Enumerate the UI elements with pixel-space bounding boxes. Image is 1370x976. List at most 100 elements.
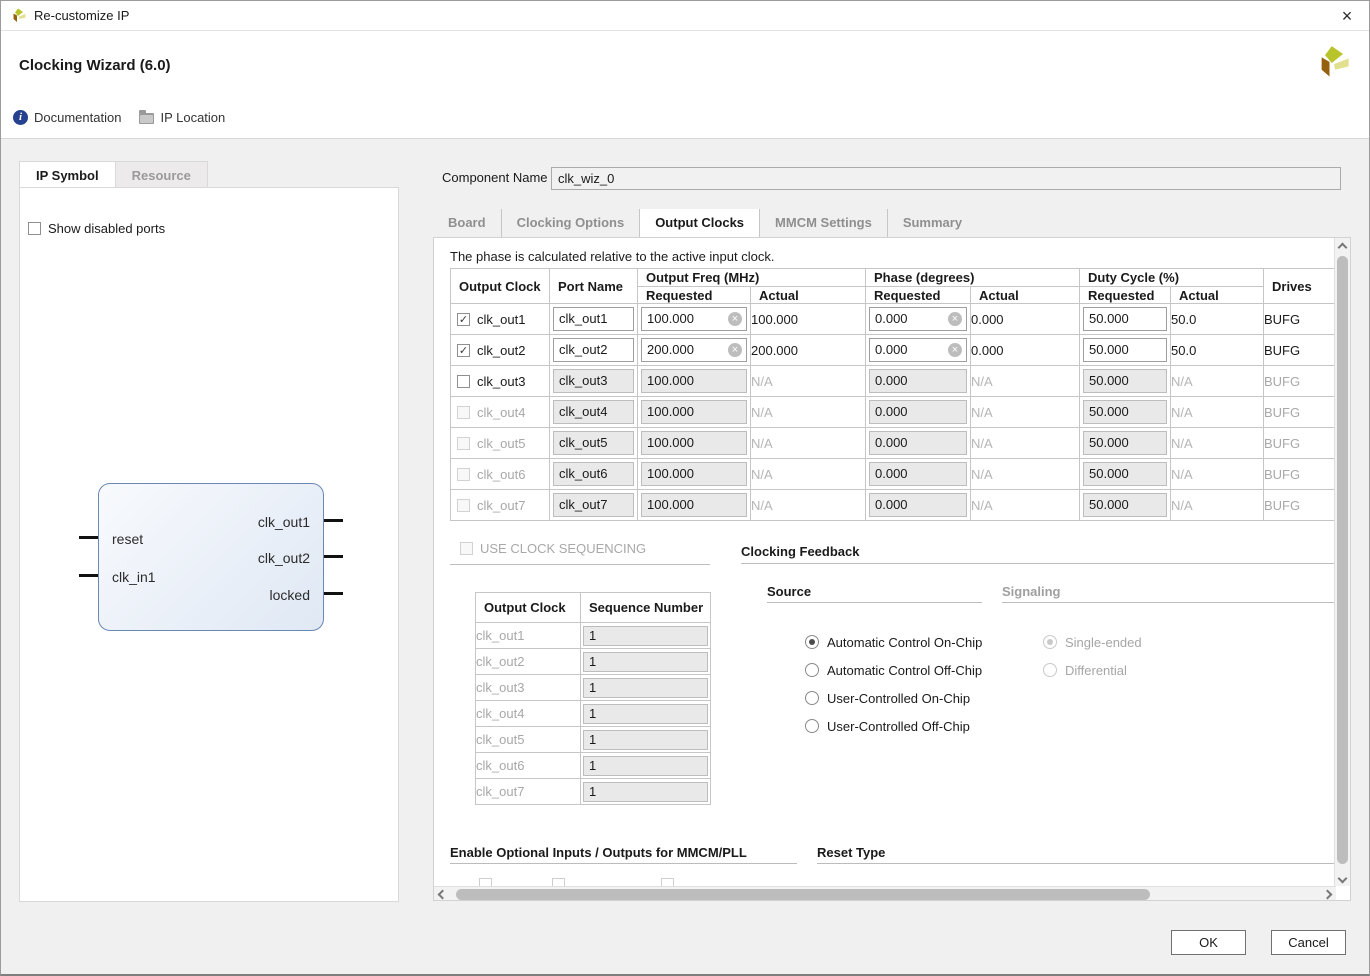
clear-icon[interactable]: × xyxy=(948,343,962,357)
port-name-input[interactable]: clk_out2 xyxy=(553,338,634,362)
phase-requested-input[interactable]: 0.000 xyxy=(869,462,967,486)
sequence-number-input[interactable]: 1 xyxy=(583,756,708,776)
freq-actual-cell: N/A xyxy=(751,428,866,459)
duty-requested-cell: 50.000 xyxy=(1080,366,1171,397)
sequence-row: clk_out51 xyxy=(476,727,711,753)
radio-single-ended[interactable]: Single-ended xyxy=(1043,628,1142,656)
column-header: Requested xyxy=(638,287,751,304)
documentation-link[interactable]: i Documentation xyxy=(13,110,121,125)
phase-requested-cell: 0.000 xyxy=(866,490,971,521)
duty-requested-input[interactable]: 50.000 xyxy=(1083,338,1167,362)
horizontal-scroll-thumb[interactable] xyxy=(456,889,1150,900)
radio-icon xyxy=(805,719,819,733)
freq-requested-input[interactable]: 100.000 xyxy=(641,400,747,424)
output-clock-checkbox[interactable] xyxy=(457,437,470,450)
sequence-number-input[interactable]: 1 xyxy=(583,678,708,698)
radio-label: User-Controlled On-Chip xyxy=(827,691,970,706)
output-clock-checkbox[interactable] xyxy=(457,406,470,419)
output-clock-checkbox[interactable]: ✓ xyxy=(457,344,470,357)
phase-requested-input[interactable]: 0.000 xyxy=(869,493,967,517)
radio-icon xyxy=(805,635,819,649)
radio-automatic-control-on-chip[interactable]: Automatic Control On-Chip xyxy=(805,628,982,656)
scroll-down-icon[interactable] xyxy=(1338,874,1348,884)
duty-requested-input[interactable]: 50.000 xyxy=(1083,400,1167,424)
sequence-number-input[interactable]: 1 xyxy=(583,704,708,724)
freq-requested-input[interactable]: 100.000× xyxy=(641,307,747,331)
column-header: Output Clock xyxy=(451,269,550,304)
phase-requested-input[interactable]: 0.000× xyxy=(869,307,967,331)
seq-number-cell: 1 xyxy=(581,779,711,805)
drives-cell: BUFG xyxy=(1264,490,1335,521)
output-clock-checkbox[interactable] xyxy=(457,375,470,388)
scroll-left-icon[interactable] xyxy=(438,890,448,900)
clear-icon[interactable]: × xyxy=(728,312,742,326)
vertical-scroll-thumb[interactable] xyxy=(1337,256,1348,864)
port-stub-locked xyxy=(324,592,343,595)
phase-requested-input[interactable]: 0.000 xyxy=(869,369,967,393)
sequence-number-input[interactable]: 1 xyxy=(583,652,708,672)
recustomize-ip-dialog: Re-customize IP × Clocking Wizard (6.0) … xyxy=(0,0,1370,976)
scroll-right-icon[interactable] xyxy=(1323,890,1333,900)
phase-requested-input[interactable]: 0.000 xyxy=(869,400,967,424)
duty-requested-input[interactable]: 50.000 xyxy=(1083,369,1167,393)
close-icon[interactable]: × xyxy=(1336,5,1358,27)
sequence-number-input[interactable]: 1 xyxy=(583,782,708,802)
tab-ip-symbol[interactable]: IP Symbol xyxy=(19,161,116,188)
freq-requested-input[interactable]: 200.000× xyxy=(641,338,747,362)
tab-summary[interactable]: Summary xyxy=(888,209,977,237)
signaling-title: Signaling xyxy=(1002,584,1061,599)
freq-requested-input[interactable]: 100.000 xyxy=(641,369,747,393)
phase-requested-input[interactable]: 0.000× xyxy=(869,338,967,362)
use-clock-sequencing-checkbox[interactable] xyxy=(460,542,473,555)
ip-location-link[interactable]: IP Location xyxy=(139,110,225,125)
duty-requested-input[interactable]: 50.000 xyxy=(1083,462,1167,486)
horizontal-scrollbar[interactable] xyxy=(434,886,1336,901)
source-radio-group: Automatic Control On-ChipAutomatic Contr… xyxy=(805,628,982,740)
sequence-number-input[interactable]: 1 xyxy=(583,730,708,750)
output-clock-row: clk_out6clk_out6100.000N/A0.000N/A50.000… xyxy=(451,459,1335,490)
port-name-input[interactable]: clk_out3 xyxy=(553,369,634,393)
output-clock-checkbox[interactable]: ✓ xyxy=(457,313,470,326)
phase-requested-cell: 0.000× xyxy=(866,335,971,366)
cancel-button[interactable]: Cancel xyxy=(1271,930,1346,955)
source-title: Source xyxy=(767,584,811,599)
port-name-input[interactable]: clk_out6 xyxy=(553,462,634,486)
radio-user-controlled-on-chip[interactable]: User-Controlled On-Chip xyxy=(805,684,982,712)
freq-requested-input[interactable]: 100.000 xyxy=(641,462,747,486)
radio-automatic-control-off-chip[interactable]: Automatic Control Off-Chip xyxy=(805,656,982,684)
drives-cell: BUFG xyxy=(1264,459,1335,490)
phase-requested-cell: 0.000× xyxy=(866,304,971,335)
seq-number-cell: 1 xyxy=(581,649,711,675)
component-name-input[interactable] xyxy=(551,167,1341,190)
port-name-input[interactable]: clk_out7 xyxy=(553,493,634,517)
port-name-input[interactable]: clk_out5 xyxy=(553,431,634,455)
clear-icon[interactable]: × xyxy=(948,312,962,326)
tab-clocking-options[interactable]: Clocking Options xyxy=(502,209,641,237)
port-name-cell: clk_out1 xyxy=(550,304,638,335)
sequence-row: clk_out71 xyxy=(476,779,711,805)
output-clock-checkbox[interactable] xyxy=(457,499,470,512)
clear-icon[interactable]: × xyxy=(728,343,742,357)
duty-requested-input[interactable]: 50.000 xyxy=(1083,431,1167,455)
freq-requested-input[interactable]: 100.000 xyxy=(641,493,747,517)
sequence-number-input[interactable]: 1 xyxy=(583,626,708,646)
radio-differential[interactable]: Differential xyxy=(1043,656,1142,684)
phase-actual-cell: N/A xyxy=(971,397,1080,428)
vertical-scrollbar[interactable] xyxy=(1334,238,1350,886)
port-name-input[interactable]: clk_out1 xyxy=(553,307,634,331)
radio-icon xyxy=(1043,663,1057,677)
duty-requested-input[interactable]: 50.000 xyxy=(1083,493,1167,517)
show-disabled-ports-checkbox[interactable] xyxy=(28,222,41,235)
radio-user-controlled-off-chip[interactable]: User-Controlled Off-Chip xyxy=(805,712,982,740)
tab-mmcm-settings[interactable]: MMCM Settings xyxy=(760,209,888,237)
ok-button[interactable]: OK xyxy=(1171,930,1246,955)
freq-requested-input[interactable]: 100.000 xyxy=(641,431,747,455)
tab-resource[interactable]: Resource xyxy=(116,161,208,188)
tab-board[interactable]: Board xyxy=(433,209,502,237)
tab-output-clocks[interactable]: Output Clocks xyxy=(640,209,760,237)
duty-requested-input[interactable]: 50.000 xyxy=(1083,307,1167,331)
port-name-input[interactable]: clk_out4 xyxy=(553,400,634,424)
output-clock-checkbox[interactable] xyxy=(457,468,470,481)
scroll-up-icon[interactable] xyxy=(1338,243,1348,253)
phase-requested-input[interactable]: 0.000 xyxy=(869,431,967,455)
